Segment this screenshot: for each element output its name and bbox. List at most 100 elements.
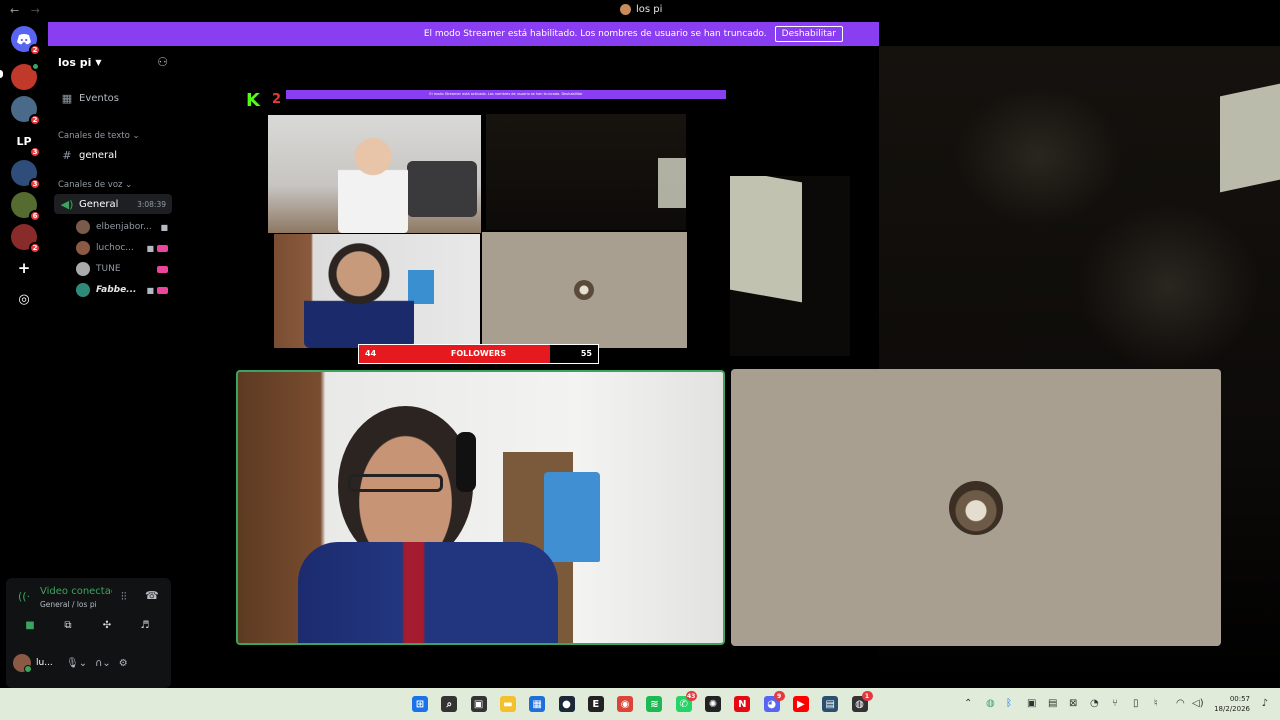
store-icon[interactable]: ▦ [529, 696, 546, 712]
app-extra-icon[interactable]: ◍ 1 [851, 691, 873, 712]
server-badge: 6 [29, 210, 41, 222]
followers-goal-bar: 44 FOLLOWERS 55 [358, 344, 599, 364]
windows-start-icon[interactable]: ⊞ [412, 696, 428, 712]
voice-member[interactable]: elbenjabor... ■ [76, 218, 168, 236]
settings-gear-icon[interactable]: ⚙ [119, 658, 128, 669]
direct-messages-icon[interactable]: 2 [11, 26, 41, 56]
discord-icon[interactable]: ◕ 9 [763, 691, 785, 712]
chrome-icon[interactable]: ◉ [617, 696, 634, 712]
avatar-only-tile[interactable] [731, 369, 1221, 646]
file-explorer-icon[interactable]: ▬ [499, 696, 516, 712]
monitor-icon[interactable]: ▤ [822, 696, 839, 712]
text-channels-category[interactable]: Canales de texto ⌄ [58, 131, 140, 141]
epic-games-icon[interactable]: E [587, 696, 604, 712]
events-item[interactable]: ▦ Eventos [54, 88, 172, 108]
person-image [304, 242, 414, 348]
voice-member[interactable]: Fabbe... ■ [76, 281, 168, 299]
nav-buttons: ← → [10, 4, 48, 17]
app-glyph: ▣ [473, 698, 484, 710]
wifi-icon[interactable]: ◠ [1176, 698, 1185, 709]
server-icon-5[interactable]: 6 [11, 192, 41, 222]
add-server-icon[interactable]: + [11, 255, 37, 281]
category-label: Canales de texto [58, 131, 130, 141]
app-glyph: ▬ [503, 698, 513, 710]
member-name: elbenjabor... [96, 222, 152, 232]
nested-stream-capture[interactable]: K 2 El modo Streamer está activado. Los … [236, 88, 726, 368]
discover-icon[interactable]: ◎ [11, 286, 37, 312]
tray-app-icon[interactable]: ◔ [1090, 698, 1099, 709]
activities-button[interactable]: ✣ [93, 617, 121, 633]
tray-app-icon[interactable]: ◍ [986, 698, 995, 709]
app-glyph: ◉ [620, 698, 630, 710]
battery-icon[interactable]: ▯ [1133, 698, 1139, 709]
whatsapp-icon[interactable]: ✆ 43 [675, 691, 697, 712]
steam-icon[interactable]: ● [558, 696, 575, 712]
voice-channel-label: General [79, 198, 119, 210]
system-clock[interactable]: 00:57 18/2/2026 [1214, 694, 1250, 714]
user-panel: lu... 🎙︎⌄ ∩⌄ ⚙ [13, 652, 163, 674]
camera-toggle-button[interactable]: ■ [16, 617, 44, 633]
headset-image [456, 432, 476, 492]
tray-app-icon[interactable]: ⊠ [1069, 698, 1077, 709]
headphones-icon[interactable]: ∩⌄ [95, 658, 111, 669]
channel-general-text[interactable]: # general [54, 145, 172, 165]
main-webcam-tile[interactable] [236, 370, 725, 645]
username: lu... [36, 658, 53, 668]
nested-avatar-tile [482, 232, 687, 348]
back-arrow-icon[interactable]: ← [10, 4, 19, 17]
chevron-up-icon[interactable]: ⌃ [964, 698, 972, 709]
dm-badge: 2 [29, 44, 41, 56]
tray-app-icon[interactable]: ▣ [1027, 698, 1036, 709]
voice-status[interactable]: Video conectado [40, 586, 112, 597]
video-stage: K 2 El modo Streamer está activado. Los … [176, 46, 1280, 688]
microphone-tray-icon[interactable]: ♮ [1154, 698, 1158, 709]
bluetooth-icon[interactable]: ᛒ [1006, 698, 1012, 709]
voice-member[interactable]: TUNE [76, 260, 168, 278]
voice-timer: 3:08:39 [137, 199, 166, 209]
tray-app-icon[interactable]: ▤ [1048, 698, 1057, 709]
invite-people-icon[interactable]: ⚇ [157, 55, 168, 69]
live-stream-icon [157, 286, 168, 294]
soundboard-icon: ♬ [140, 619, 150, 631]
disable-streamer-mode-button[interactable]: Deshabilitar [774, 26, 843, 42]
voice-member[interactable]: luchoc... ■ [76, 239, 168, 257]
notification-bell-icon[interactable]: ♪ [1262, 698, 1268, 709]
user-avatar[interactable] [13, 654, 32, 673]
server-icon-6[interactable]: 2 [11, 224, 41, 254]
app-glyph: ≋ [650, 698, 659, 710]
netflix-icon[interactable]: N [734, 696, 751, 712]
microphone-icon[interactable]: 🎙︎⌄ [66, 658, 87, 669]
glasses-image [348, 474, 443, 492]
screen-share-button[interactable]: ⧉ [54, 617, 82, 633]
server-label: LP [16, 134, 32, 148]
monitor-image [658, 158, 686, 208]
discord-logo-icon [17, 33, 31, 44]
usb-icon[interactable]: ⑂ [1112, 698, 1118, 709]
youtube-icon[interactable]: ▶ [792, 696, 809, 712]
forward-arrow-icon[interactable]: → [31, 4, 40, 17]
clock-time: 00:57 [1229, 695, 1250, 703]
online-dot [31, 62, 40, 71]
server-badge: 3 [29, 178, 41, 190]
voice-channel-general[interactable]: ◀) General 3:08:39 [54, 194, 172, 214]
disconnect-icon[interactable]: ☎ [145, 589, 159, 602]
server-icon-lp[interactable]: LP 3 [11, 128, 41, 158]
live-stream-icon [157, 244, 168, 252]
server-icon-1[interactable] [11, 62, 40, 90]
task-view-icon[interactable]: ▣ [470, 696, 487, 712]
voice-location[interactable]: General / los pi [40, 600, 97, 609]
server-icon-2[interactable]: 2 [11, 96, 41, 126]
volume-icon[interactable]: ◁) [1192, 698, 1204, 709]
voice-connection-panel: ((· Video conectado General / los pi ⫶⫶ … [6, 578, 171, 688]
noise-suppression-icon[interactable]: ⫶⫶ [121, 590, 127, 604]
app-glyph: ◕ [767, 698, 776, 710]
spotify-icon[interactable]: ≋ [646, 696, 663, 712]
overlay-number-logo: 2 [272, 92, 282, 107]
app-glyph: ● [562, 698, 571, 710]
voice-channels-category[interactable]: Canales de voz ⌄ [58, 180, 132, 190]
search-icon[interactable]: ⌕ [441, 696, 458, 712]
guild-header[interactable]: los pi ▼ ⚇ [48, 46, 176, 78]
server-icon-4[interactable]: 3 [11, 160, 41, 190]
chatgpt-icon[interactable]: ✺ [705, 696, 721, 712]
soundboard-button[interactable]: ♬ [131, 617, 159, 633]
